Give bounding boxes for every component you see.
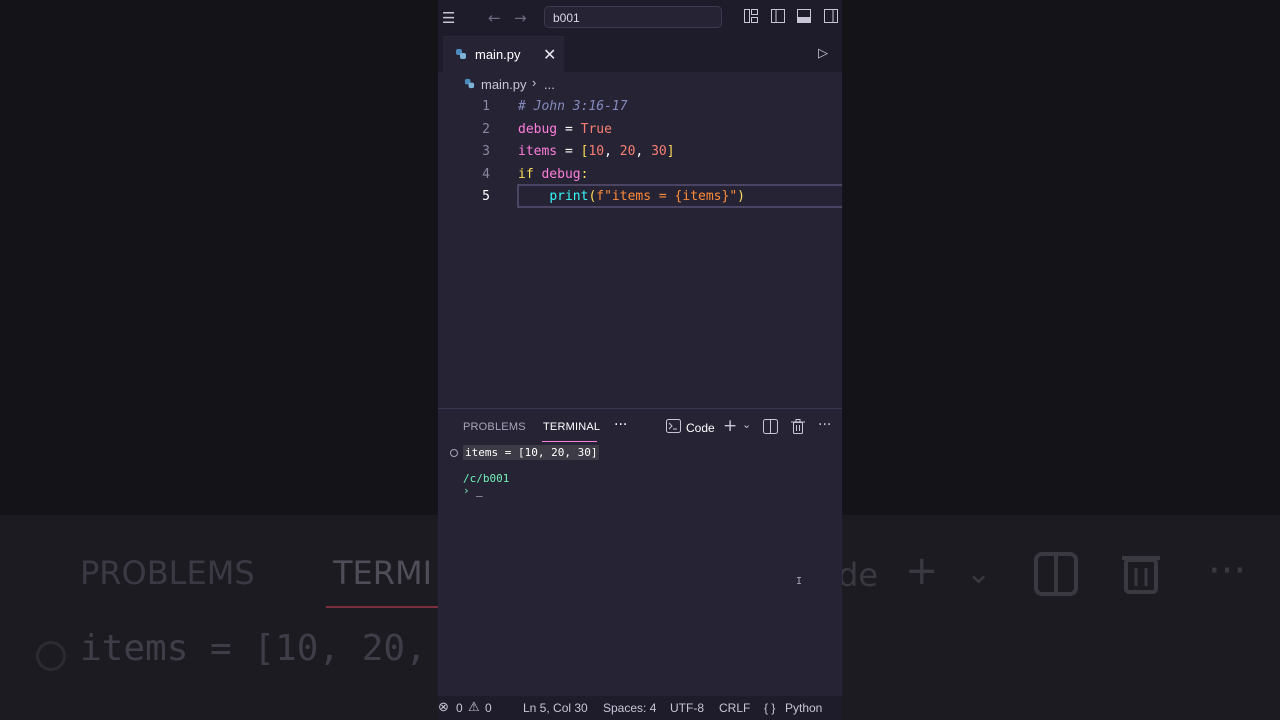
breadcrumb-file[interactable]: main.py <box>481 77 527 92</box>
code-line[interactable]: 2 debug = True <box>438 119 842 141</box>
code-token: debug <box>541 166 581 182</box>
code-token: ] <box>666 144 675 159</box>
code-token: = <box>557 144 581 159</box>
terminal-output: items = [10, 20, 30] <box>463 445 600 460</box>
background-profile-text: de <box>838 556 878 594</box>
error-icon[interactable]: ⊗ <box>438 699 449 715</box>
terminal-icon <box>666 419 681 437</box>
background-more-icon: ··· <box>1208 548 1247 594</box>
terminal-path: /c/b001 <box>463 472 510 485</box>
encoding[interactable]: UTF-8 <box>670 701 704 715</box>
tab-problems[interactable]: PROBLEMS <box>463 421 526 433</box>
sidebar-right-icon[interactable] <box>823 8 839 29</box>
command-center-search[interactable]: b001 <box>544 6 722 28</box>
line-number: 2 <box>482 121 490 137</box>
breadcrumb-symbol[interactable]: ... <box>544 77 555 92</box>
code-token: = <box>557 121 581 137</box>
split-terminal-icon[interactable] <box>763 419 778 438</box>
cursor-position[interactable]: Ln 5, Col 30 <box>523 701 588 715</box>
chevron-right-icon: › <box>532 75 537 90</box>
tab-main-py[interactable]: main.py ✕ <box>443 36 564 72</box>
python-file-icon <box>464 78 475 89</box>
code-line[interactable]: 1 # John 3:16-17 <box>438 96 842 118</box>
terminal-profile-label[interactable]: Code <box>686 421 715 435</box>
code-text: print(f"items = {items}") <box>518 186 745 208</box>
forward-icon[interactable]: → <box>514 8 527 28</box>
code-text: if debug: <box>518 164 588 186</box>
breadcrumb: main.py › ... <box>438 72 842 96</box>
close-icon[interactable]: ✕ <box>543 45 556 64</box>
code-token: print <box>549 189 589 204</box>
chevron-down-icon[interactable]: ⌄ <box>742 418 751 431</box>
code-token: f"items = {items}" <box>596 189 738 204</box>
code-token: : <box>580 166 589 182</box>
line-number: 5 <box>482 189 490 204</box>
language-mode[interactable]: Python <box>785 701 822 715</box>
terminal-prompt: › <box>463 484 470 497</box>
code-text: items = [10, 20, 30] <box>518 141 675 163</box>
terminal-cursor: _ <box>476 484 483 497</box>
code-line[interactable]: 5 print(f"items = {items}") <box>438 186 842 208</box>
text-cursor-icon: I <box>796 576 803 587</box>
code-token: if <box>518 166 534 182</box>
sidebar-left-icon[interactable] <box>770 8 786 29</box>
code-text: debug = True <box>518 119 612 141</box>
warning-count[interactable]: 0 <box>485 701 492 715</box>
background-trash-icon <box>1120 550 1162 606</box>
end-of-line[interactable]: CRLF <box>719 701 750 715</box>
status-bar: ⊗ 0 ⚠ 0 Ln 5, Col 30 Spaces: 4 UTF-8 CRL… <box>438 696 842 720</box>
back-icon[interactable]: ← <box>488 8 501 28</box>
code-token: items <box>518 144 558 159</box>
background-code-text: items = [10, 20, <box>80 628 427 669</box>
editor-window: ☰ ← → b001 main.py ✕ ▷ main.py › ... 1 # … <box>438 0 842 720</box>
code-token: debug <box>518 121 558 137</box>
background-problems-text: PROBLEMS <box>80 554 255 592</box>
command-status-icon <box>450 449 458 457</box>
background-terminal-text: TERMI <box>333 554 433 592</box>
more-icon[interactable]: ··· <box>614 417 627 433</box>
run-icon[interactable]: ▷ <box>818 46 828 61</box>
code-token: True <box>580 121 612 137</box>
code-token: 30 <box>651 144 667 159</box>
code-editor[interactable]: 1 # John 3:16-17 2 debug = True 3 items = [10… <box>438 96 842 408</box>
code-token: 20 <box>619 144 636 159</box>
warning-icon[interactable]: ⚠ <box>468 699 480 715</box>
panel-icon[interactable] <box>796 8 812 29</box>
line-number: 1 <box>482 99 490 114</box>
python-file-icon <box>456 49 466 59</box>
background-split-icon <box>1032 550 1080 608</box>
code-token: , <box>635 144 652 159</box>
code-token: , <box>604 144 620 159</box>
code-line[interactable]: 4 if debug: <box>438 164 842 186</box>
line-number: 3 <box>482 144 490 159</box>
error-count[interactable]: 0 <box>456 701 463 715</box>
layout-icon[interactable] <box>743 8 759 29</box>
background-circle-icon <box>36 641 66 671</box>
title-bar: ☰ ← → b001 <box>438 0 842 36</box>
tab-terminal[interactable]: TERMINAL <box>543 421 600 433</box>
code-token: ) <box>737 189 745 204</box>
active-tab-indicator <box>542 441 597 442</box>
bottom-panel: PROBLEMS TERMINAL ··· Code + ⌄ ··· items… <box>438 408 842 697</box>
background-tab-underline <box>326 606 438 608</box>
menu-icon[interactable]: ☰ <box>442 8 455 28</box>
background-chevron-icon: ⌄ <box>966 556 992 591</box>
braces-icon[interactable]: { } <box>764 701 775 715</box>
panel-more-icon[interactable]: ··· <box>818 417 831 433</box>
code-token: 10 <box>588 144 605 159</box>
code-text: # John 3:16-17 <box>518 96 628 118</box>
trash-icon[interactable] <box>791 419 805 438</box>
background-plus-icon: + <box>905 548 939 594</box>
line-number: 4 <box>482 166 490 182</box>
tab-label: main.py <box>475 47 521 62</box>
code-token: # John 3:16-17 <box>518 99 628 114</box>
plus-icon[interactable]: + <box>723 416 737 436</box>
indentation[interactable]: Spaces: 4 <box>603 701 656 715</box>
tab-bar: main.py ✕ <box>438 36 842 72</box>
code-line[interactable]: 3 items = [10, 20, 30] <box>438 141 842 163</box>
